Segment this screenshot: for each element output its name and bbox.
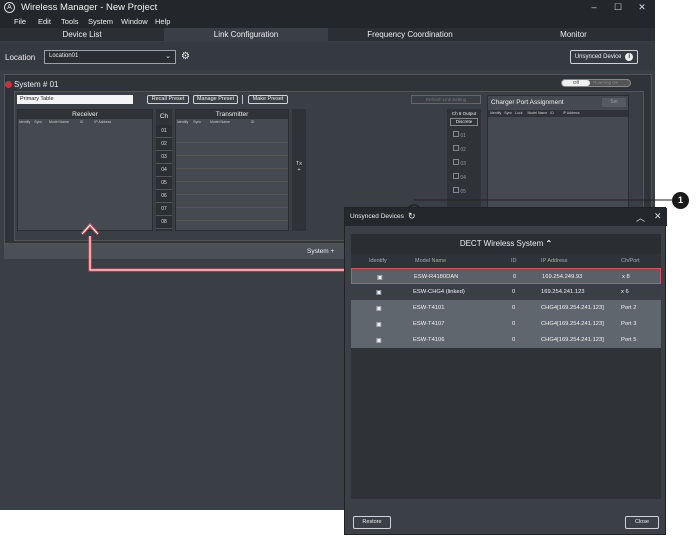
group-title: DECT Wireless System [459, 239, 544, 248]
arrow-head [80, 222, 100, 235]
identify-icon[interactable]: ▣ [376, 305, 382, 312]
collapse-icon[interactable]: ︿ [636, 211, 645, 224]
chevron-up-icon: ⌃ [545, 239, 553, 248]
table-row[interactable]: ▣ ESW-CHG4 (linked) 0 169.254.241.123 x … [351, 284, 661, 300]
table-header: Identify Model Name ID IP Address Ch/Por… [351, 255, 661, 267]
col-identify: Identify [369, 258, 387, 264]
row-id: 0 [512, 337, 516, 343]
callout-number: 1 [672, 192, 689, 209]
annotation-arrow [88, 236, 350, 272]
row-port: Port 2 [621, 305, 637, 311]
row-model: ESW-R4180DAN [414, 274, 459, 280]
row-id: 0 [512, 305, 516, 311]
device-list-panel: DECT Wireless System ⌃ Identify Model Na… [351, 234, 661, 499]
row-id: 0 [512, 289, 516, 295]
row-model: ESW-CHG4 (linked) [413, 289, 465, 295]
table-row[interactable]: ▣ ESW-T4106 0 CHG4[169.254.241.123] Port… [351, 332, 661, 348]
unsynced-devices-dialog: Unsynced Devices ↻ ︿ ✕ DECT Wireless Sys… [344, 207, 667, 535]
refresh-icon[interactable]: ↻ [408, 211, 416, 222]
row-port: Port 5 [621, 337, 637, 343]
col-model-name[interactable]: Model Name [415, 258, 446, 264]
row-port: x 8 [622, 274, 630, 280]
row-port: Port 3 [621, 321, 637, 327]
row-ip: CHG4[169.254.241.123] [541, 321, 604, 327]
col-ch-port: Ch/Port [621, 258, 640, 264]
col-ip-address[interactable]: IP Address [541, 258, 568, 264]
group-header[interactable]: DECT Wireless System ⌃ [351, 234, 661, 254]
dialog-title: Unsynced Devices [350, 213, 404, 220]
row-port: x 6 [621, 289, 629, 295]
row-ip: 169.254.249.93 [542, 274, 583, 280]
dialog-title-bar: Unsynced Devices ↻ ︿ ✕ [345, 208, 667, 226]
row-model: ESW-T4106 [413, 337, 445, 343]
identify-icon[interactable]: ▣ [376, 289, 382, 296]
row-model: ESW-T4107 [413, 321, 445, 327]
col-id[interactable]: ID [511, 258, 517, 264]
row-model: ESW-T4101 [413, 305, 445, 311]
row-ip: CHG4[169.254.241.123] [541, 337, 604, 343]
identify-icon[interactable]: ▣ [376, 321, 382, 328]
close-dialog-icon[interactable]: ✕ [654, 211, 662, 222]
table-row[interactable]: ▣ ESW-R4180DAN 0 169.254.249.93 x 8 [351, 268, 661, 284]
identify-icon[interactable]: ▣ [377, 274, 383, 281]
identify-icon[interactable]: ▣ [376, 337, 382, 344]
row-id: 0 [512, 321, 516, 327]
row-id: 0 [513, 274, 517, 280]
row-ip: 169.254.241.123 [541, 289, 585, 295]
close-button[interactable]: Close [625, 516, 659, 529]
table-row[interactable]: ▣ ESW-T4107 0 CHG4[169.254.241.123] Port… [351, 316, 661, 332]
annotation-arrow-inner [89, 236, 350, 271]
table-row[interactable]: ▣ ESW-T4101 0 CHG4[169.254.241.123] Port… [351, 300, 661, 316]
row-ip: CHG4[169.254.241.123] [541, 305, 604, 311]
restore-button[interactable]: Restore [353, 516, 391, 529]
